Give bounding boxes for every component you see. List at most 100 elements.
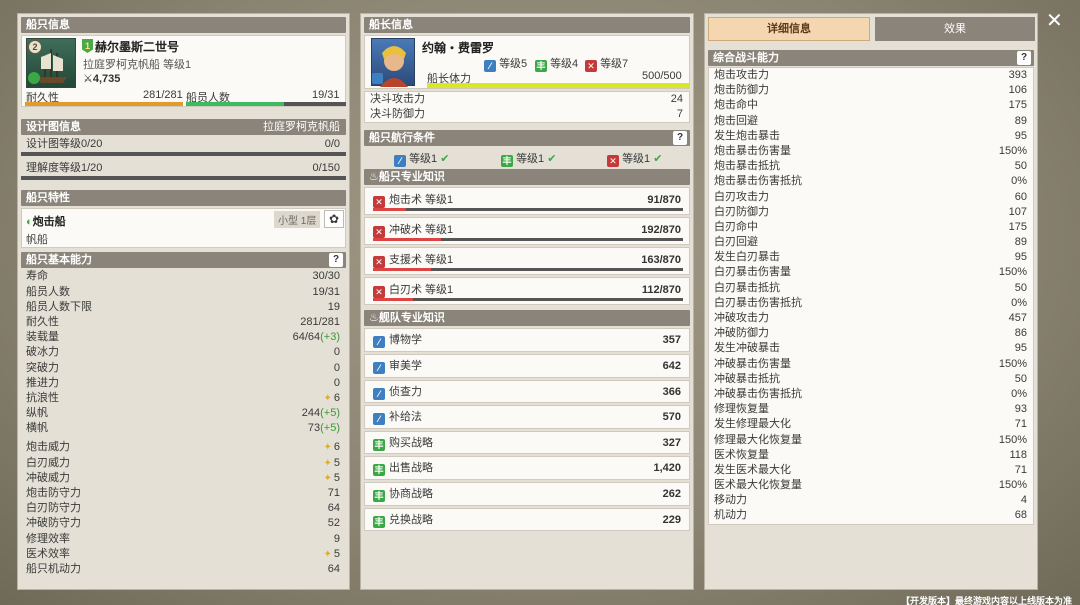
combat-row-value: 0% — [1011, 296, 1027, 309]
trade-skill-icon: 丰 — [373, 438, 385, 451]
fleet-skill-label: 兑换战略 — [389, 513, 433, 526]
combat-row-label: 炮击命中 — [714, 99, 758, 112]
ship-skill-label: 支援术 等级1 — [389, 254, 454, 267]
basic-row-value: ✦ 6 — [323, 440, 340, 455]
combat-row-value: 175 — [1008, 99, 1027, 112]
trait-tag: 小型 1层 — [274, 211, 321, 229]
combat-row-label: 冲破防御力 — [714, 327, 769, 340]
ship-skill-progress — [373, 238, 683, 242]
basic-row-value: 30/30 — [312, 269, 340, 284]
basic-row: 医术效率 ✦ 5 — [21, 547, 346, 562]
understand-label: 理解度等级1/20 — [26, 162, 103, 175]
design-ship-type: 拉庭罗柯克帆船 — [263, 121, 340, 133]
basic-row: 冲破防守力 52 — [21, 516, 346, 531]
basic-row: 突破力 0 — [21, 361, 346, 376]
basic-row-label: 医术效率 — [26, 547, 70, 560]
ship-skill-icon: ♨ — [369, 171, 379, 184]
combat-row: 冲破暴击伤害抵抗 0% — [709, 387, 1033, 402]
close-icon[interactable]: ✕ — [1046, 8, 1063, 33]
basic-row-value: 9 — [334, 532, 340, 547]
rank-badge: 1 — [82, 39, 93, 53]
combat-row: 白刃暴击伤害抵抗 0% — [709, 296, 1033, 311]
battle-skill-icon: ✕ — [373, 226, 385, 239]
tab-effect[interactable]: 效果 — [875, 17, 1035, 41]
combat-row: 炮击命中 175 — [709, 98, 1033, 113]
captain-level-3-text: 等级7 — [600, 58, 629, 70]
combat-row-label: 医术最大化恢复量 — [714, 479, 802, 492]
basic-row: 抗浪性 ✦ 6 — [21, 391, 346, 406]
trade-skill-icon: 丰 — [373, 464, 385, 477]
combat-row-label: 修理最大化恢复量 — [714, 433, 802, 446]
combat-row-value: 93 — [1014, 403, 1027, 416]
basic-row-label: 炮击防守力 — [26, 487, 81, 499]
battle-skill-icon: ✕ — [373, 196, 385, 209]
durability-bar — [25, 102, 183, 106]
captain-level-1: ⁄ 等级5 — [484, 55, 527, 72]
combat-row-label: 白刃暴击伤害抵抗 — [714, 296, 802, 309]
ship-info-header: 船只信息 — [21, 17, 346, 33]
ship-skill-progress — [373, 208, 683, 212]
combat-row-value: 150% — [998, 266, 1027, 279]
basic-row-value: ✦ 6 — [323, 391, 340, 406]
combat-row-value: 50 — [1014, 372, 1027, 385]
combat-row: 白刃暴击抵抗 50 — [709, 281, 1033, 296]
ship-skill-row: ✕ 炮击术 等级1 91/870 — [364, 187, 690, 216]
basic-row-label: 纵帆 — [26, 407, 48, 420]
combat-help-button[interactable]: ? — [1017, 51, 1031, 65]
fleet-skill-row: ⁄ 补给法 570 — [364, 405, 690, 429]
combat-row-value: 150% — [998, 433, 1027, 446]
combat-row-value: 175 — [1008, 220, 1027, 233]
fleet-skill-value: 642 — [662, 359, 681, 372]
combat-row: 冲破暴击伤害量 150% — [709, 357, 1033, 372]
trait-settings-button[interactable]: ✿ — [324, 210, 344, 229]
basic-row: 白刃威力 ✦ 5 — [21, 456, 346, 471]
design-level-value: 0/0 — [324, 138, 340, 150]
star-icon: ✦ — [323, 392, 332, 404]
basic-row-value: 73(+5) — [308, 421, 340, 436]
combat-row-value: 71 — [1014, 418, 1027, 431]
fleet-skill-row: 丰出售战略 1,420 — [364, 456, 690, 480]
combat-row-value: 95 — [1014, 129, 1027, 142]
combat-row-label: 冲破暴击伤害量 — [714, 357, 791, 370]
combat-row-label: 发生医术最大化 — [714, 463, 791, 476]
tab-detail[interactable]: 详细信息 — [708, 17, 870, 41]
basic-row-label: 白刃防守力 — [26, 502, 81, 515]
combat-row: 发生医术最大化 71 — [709, 463, 1033, 478]
combat-row-value: 150% — [998, 357, 1027, 370]
sailing-help-button[interactable]: ? — [673, 131, 687, 146]
combat-row-label: 炮击防御力 — [714, 84, 769, 97]
combat-row: 炮击防御力 106 — [709, 83, 1033, 98]
basic-row-label: 装载量 — [26, 331, 59, 344]
combat-row-value: 0% — [1011, 387, 1027, 400]
basic-row: 船员人数下限 19 — [21, 300, 346, 315]
design-header: 设计图信息 拉庭罗柯克帆船 — [21, 119, 346, 135]
battle-skill-icon: ✕ — [607, 155, 619, 168]
footer-note: 【开发版本】最终游戏内容以上线版本为准 — [900, 596, 1072, 605]
ship-skill-label: 炮击术 等级1 — [389, 194, 454, 207]
basic-row-value: 281/281 — [300, 315, 340, 330]
combat-row-label: 移动力 — [714, 494, 747, 507]
tab-bar: 详细信息 效果 — [708, 17, 1035, 45]
basic-row-label: 横帆 — [26, 422, 48, 435]
ship-skill-progress — [373, 298, 683, 302]
basic-row-number: 71 — [327, 487, 340, 499]
basic-row: 纵帆 244(+5) — [21, 406, 346, 421]
basic-row-number: 0 — [333, 346, 340, 359]
star-icon: ✦ — [323, 548, 332, 560]
captain-header: 船长信息 — [364, 17, 690, 33]
fleet-skill-icon: ♨ — [369, 312, 379, 325]
basic-row-value: 19 — [328, 300, 340, 315]
combat-row: 炮击暴击抵抗 50 — [709, 159, 1033, 174]
basic-help-button[interactable]: ? — [329, 253, 343, 268]
crew-value: 19/31 — [312, 89, 340, 101]
duel-defense-label: 决斗防御力 — [370, 108, 425, 121]
basic-row: 冲破威力 ✦ 5 — [21, 471, 346, 486]
detail-panel: 详细信息 效果 综合战斗能力? 炮击攻击力 393 炮击防御力 106 炮击命中 175 炮… — [704, 13, 1038, 590]
combat-row: 移动力 4 — [709, 493, 1033, 508]
combat-title: 综合战斗能力 — [713, 52, 779, 64]
sailing-cond-3-text: 等级1 — [622, 153, 651, 166]
adventure-skill-icon: ⁄ — [373, 387, 385, 400]
basic-row-label: 冲破威力 — [26, 471, 70, 484]
basic-row-number: 6 — [333, 441, 340, 454]
combat-row-label: 炮击暴击伤害量 — [714, 144, 791, 157]
